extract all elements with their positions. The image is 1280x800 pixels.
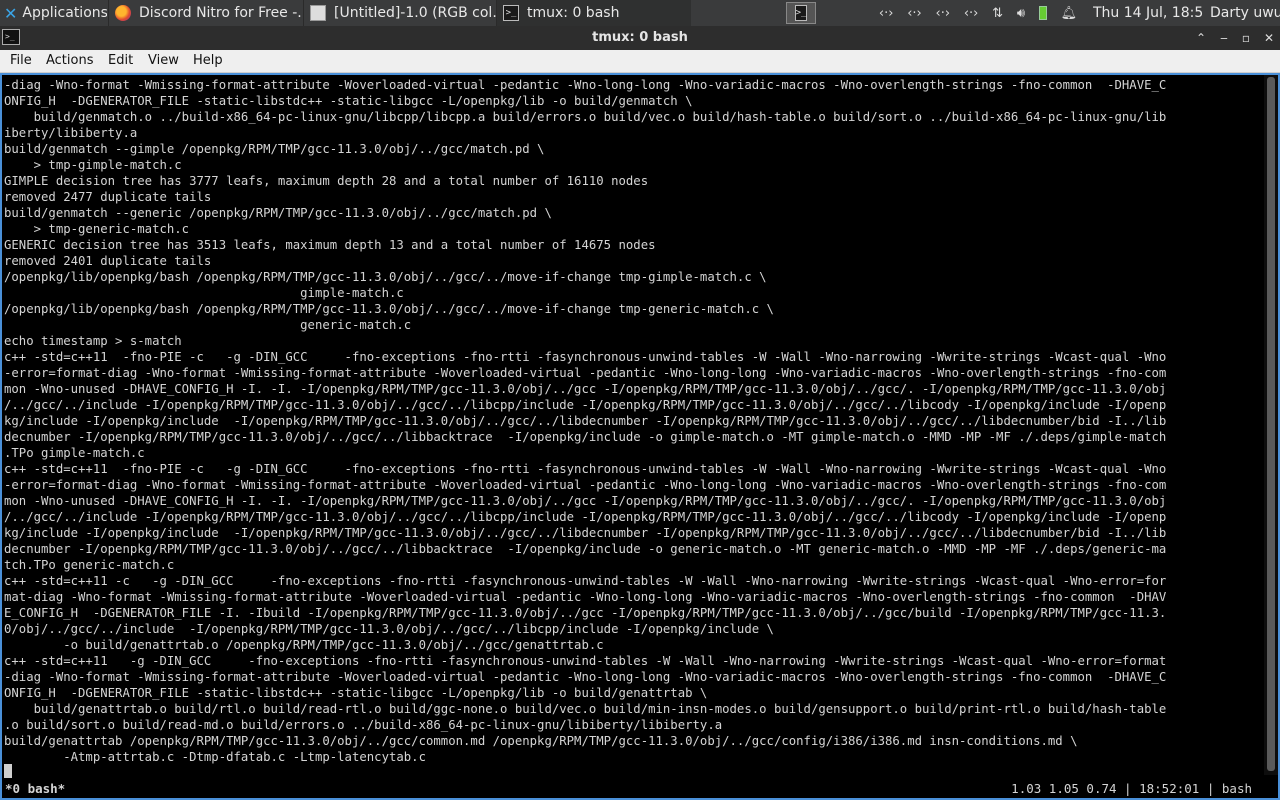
terminal-line: kg/include -I/openpkg/include -I/openpkg… [4, 526, 1167, 540]
top-panel: ✕ Applications Discord Nitro for Free -.… [0, 0, 1280, 26]
terminal-icon: >_ [503, 5, 519, 21]
taskbar-item-terminal[interactable]: >_ tmux: 0 bash [496, 0, 691, 26]
terminal-line: c++ -std=c++11 -fno-PIE -c -g -DIN_GCC -… [4, 350, 1167, 364]
terminal-line: ONFIG_H -DGENERATOR_FILE -static-libstdc… [4, 686, 708, 700]
terminal-line: mon -Wno-unused -DHAVE_CONFIG_H -I. -I. … [4, 494, 1167, 508]
terminal-line: > tmp-gimple-match.c [4, 158, 182, 172]
terminal-line: -Atmp-attrtab.c -Dtmp-dfatab.c -Ltmp-lat… [4, 750, 426, 764]
terminal-line: -o build/genattrtab.o /openpkg/RPM/TMP/g… [4, 638, 604, 652]
terminal-pane[interactable]: -diag -Wno-format -Wmissing-format-attri… [0, 73, 1280, 800]
minimize-button[interactable]: ‒ [1214, 28, 1234, 48]
terminal-line: E_CONFIG_H -DGENERATOR_FILE -I. -Ibuild … [4, 606, 1167, 620]
terminal-line: .TPo gimple-match.c [4, 446, 145, 460]
terminal-line: generic-match.c [4, 318, 412, 332]
network-icon[interactable]: ‹·› [879, 6, 894, 21]
applications-label: Applications [22, 5, 107, 21]
scrollbar[interactable] [1264, 75, 1278, 775]
system-tray: ‹·› ‹·› ‹·› ‹·› ⇅ 🔊︎ 🔔︎ [872, 0, 1084, 26]
network-icon[interactable]: ‹·› [907, 6, 922, 21]
transfer-icon[interactable]: ⇅ [992, 6, 1003, 21]
terminal-line: ONFIG_H -DGENERATOR_FILE -static-libstdc… [4, 94, 693, 108]
window-title: tmux: 0 bash [592, 30, 688, 45]
terminal-line: build/genmatch.o ../build-x86_64-pc-linu… [4, 110, 1167, 124]
terminal-line: decnumber -I/openpkg/RPM/TMP/gcc-11.3.0/… [4, 430, 1167, 444]
volume-icon[interactable]: 🔊︎ [1017, 6, 1025, 21]
terminal-line: /../gcc/../include -I/openpkg/RPM/TMP/gc… [4, 510, 1167, 524]
taskbar-item-title: Discord Nitro for Free -... [139, 5, 303, 21]
terminal-line: build/genattrtab.o build/rtl.o build/rea… [4, 702, 1167, 716]
workspace-1[interactable]: >_ [786, 2, 816, 24]
terminal-line: /openpkg/lib/openpkg/bash /openpkg/RPM/T… [4, 270, 767, 284]
close-button[interactable]: ✕ [1259, 28, 1279, 48]
terminal-line: -error=format-diag -Wno-format -Wmissing… [4, 366, 1167, 380]
terminal-line: tch.TPo generic-match.c [4, 558, 175, 572]
menu-bar: File Actions Edit View Help [0, 50, 1280, 73]
gimp-icon [310, 5, 326, 21]
terminal-line: mon -Wno-unused -DHAVE_CONFIG_H -I. -I. … [4, 382, 1167, 396]
menu-file[interactable]: File [10, 53, 32, 68]
terminal-line: echo timestamp > s-match [4, 334, 182, 348]
xfce-logo-icon: ✕ [4, 3, 18, 23]
workspace-switcher[interactable]: >_ [781, 0, 821, 26]
terminal-line: -diag -Wno-format -Wmissing-format-attri… [4, 78, 1167, 92]
user-menu[interactable]: Darty uwu [1210, 0, 1280, 26]
terminal-output: -diag -Wno-format -Wmissing-format-attri… [2, 77, 1266, 765]
terminal-line: build/genattrtab /openpkg/RPM/TMP/gcc-11… [4, 734, 1078, 748]
network-icon[interactable]: ‹·› [964, 6, 979, 21]
terminal-line: decnumber -I/openpkg/RPM/TMP/gcc-11.3.0/… [4, 542, 1167, 556]
taskbar-item-gimp[interactable]: [Untitled]-1.0 (RGB col... [303, 0, 496, 26]
terminal-line: GENERIC decision tree has 3513 leafs, ma… [4, 238, 656, 252]
terminal-line: build/genmatch --generic /openpkg/RPM/TM… [4, 206, 552, 220]
terminal-line: c++ -std=c++11 -fno-PIE -c -g -DIN_GCC -… [4, 462, 1167, 476]
taskbar-item-firefox[interactable]: Discord Nitro for Free -... [108, 0, 303, 26]
terminal-line: iberty/libiberty.a [4, 126, 138, 140]
scrollbar-thumb[interactable] [1267, 77, 1275, 771]
terminal-line: GIMPLE decision tree has 3777 leafs, max… [4, 174, 649, 188]
terminal-line: c++ -std=c++11 -c -g -DIN_GCC -fno-excep… [4, 574, 1167, 588]
terminal-line: gimple-match.c [4, 286, 404, 300]
terminal-line: /../gcc/../include -I/openpkg/RPM/TMP/gc… [4, 398, 1167, 412]
menu-edit[interactable]: Edit [108, 53, 133, 68]
clock[interactable]: Thu 14 Jul, 18:52 [1093, 0, 1203, 26]
terminal-line: build/genmatch --gimple /openpkg/RPM/TMP… [4, 142, 545, 156]
maximize-button[interactable]: ▫ [1236, 28, 1256, 48]
network-icon[interactable]: ‹·› [936, 6, 951, 21]
terminal-line: .o build/sort.o build/read-md.o build/er… [4, 718, 723, 732]
tmux-status-line: *0 bash* 1.03 1.05 0.74 | 18:52:01 | bas… [2, 778, 1278, 798]
terminal-icon: >_ [794, 5, 808, 21]
battery-icon[interactable] [1038, 6, 1047, 20]
taskbar-item-title: [Untitled]-1.0 (RGB col... [334, 5, 496, 21]
menu-view[interactable]: View [148, 53, 179, 68]
menu-actions[interactable]: Actions [46, 53, 94, 68]
terminal-line: /openpkg/lib/openpkg/bash /openpkg/RPM/T… [4, 302, 774, 316]
terminal-line: removed 2401 duplicate tails [4, 254, 212, 268]
terminal-line: -diag -Wno-format -Wmissing-format-attri… [4, 670, 1167, 684]
terminal-line: c++ -std=c++11 -g -DIN_GCC -fno-exceptio… [4, 654, 1167, 668]
terminal-line: kg/include -I/openpkg/include -I/openpkg… [4, 414, 1167, 428]
text-cursor [4, 764, 12, 779]
tmux-window-tab[interactable]: *0 bash* [5, 781, 65, 796]
terminal-line: removed 2477 duplicate tails [4, 190, 212, 204]
shade-button[interactable]: ⌃ [1191, 28, 1211, 48]
taskbar-item-title: tmux: 0 bash [527, 5, 620, 21]
terminal-line: mat-diag -Wno-format -Wmissing-format-at… [4, 590, 1167, 604]
tmux-status-right: 1.03 1.05 0.74 | 18:52:01 | bash [1011, 781, 1252, 796]
terminal-line: 0/obj/../gcc/../include -I/openpkg/RPM/T… [4, 622, 774, 636]
menu-help[interactable]: Help [193, 53, 223, 68]
bell-icon[interactable]: 🔔︎ [1061, 6, 1078, 21]
terminal-line: -error=format-diag -Wno-format -Wmissing… [4, 478, 1167, 492]
applications-menu[interactable]: ✕ Applications [0, 0, 107, 26]
firefox-icon [115, 5, 131, 21]
window-titlebar[interactable]: >_ tmux: 0 bash ⌃ ‒ ▫ ✕ [0, 26, 1280, 50]
terminal-line: > tmp-generic-match.c [4, 222, 190, 236]
